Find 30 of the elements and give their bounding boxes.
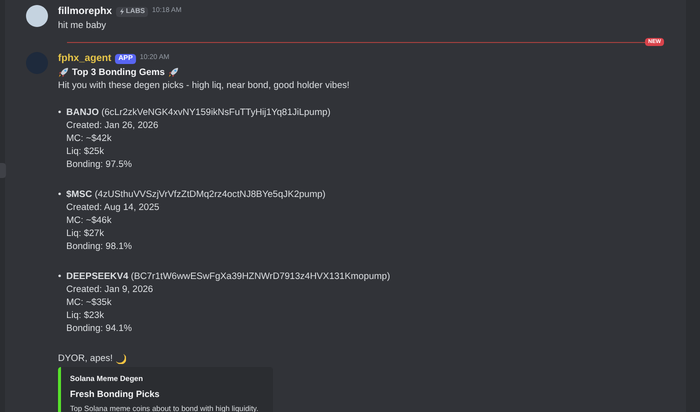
pick-detail: Bonding: 98.1% [66, 240, 133, 253]
message-heading: Top 3 Bonding Gems [72, 66, 165, 79]
pick-detail: Created: Jan 9, 2026 [66, 283, 154, 296]
pick-title: DEEPSEEKV4 (BC7r1tW6wwESwFgXa39HZNWrD7913z4HVX131Kmopump) [66, 270, 390, 283]
lightning-icon [118, 8, 125, 15]
bullet-mark: • [58, 188, 62, 201]
rocket-icon [168, 67, 179, 78]
message-text: Hit you with these degen picks - high liq, near bond, good holder vibes! [58, 79, 350, 92]
bullet-mark: • [58, 270, 62, 283]
avatar[interactable] [26, 5, 48, 27]
pick-detail: Bonding: 94.1% [66, 322, 133, 335]
pick-detail: Bonding: 97.5% [66, 158, 133, 171]
pick-detail: MC: ~$35k [66, 296, 112, 309]
pick-detail: Created: Aug 14, 2025 [66, 201, 160, 214]
pick-detail: MC: ~$46k [66, 214, 112, 227]
bullet-mark: • [58, 106, 62, 119]
pick-detail: Created: Jan 26, 2026 [66, 119, 160, 132]
pick-title: $MSC (4zUSthuVVSzjVrVfzZtDMq2rz4octNJ8BYe5qJK2pump) [66, 188, 326, 201]
pick-detail: MC: ~$42k [66, 132, 112, 145]
crescent-moon-icon [115, 353, 126, 364]
pick-detail: Liq: $27k [66, 227, 105, 240]
username[interactable]: fillmorephx [58, 4, 112, 19]
message-text: hit me baby [58, 19, 108, 32]
pick-detail: Liq: $23k [66, 309, 105, 322]
rocket-icon [58, 67, 69, 78]
message-text: DYOR, apes! [58, 352, 113, 365]
embed-title[interactable]: Fresh Bonding Picks [70, 387, 264, 401]
username[interactable]: fphx_agent [58, 51, 112, 66]
pick-detail: Liq: $25k [66, 145, 105, 158]
pick-title: BANJO (6cLr2zkVeNGK4xvNY159ikNsFuTTyHij1Yq81JiLpump) [66, 106, 330, 119]
